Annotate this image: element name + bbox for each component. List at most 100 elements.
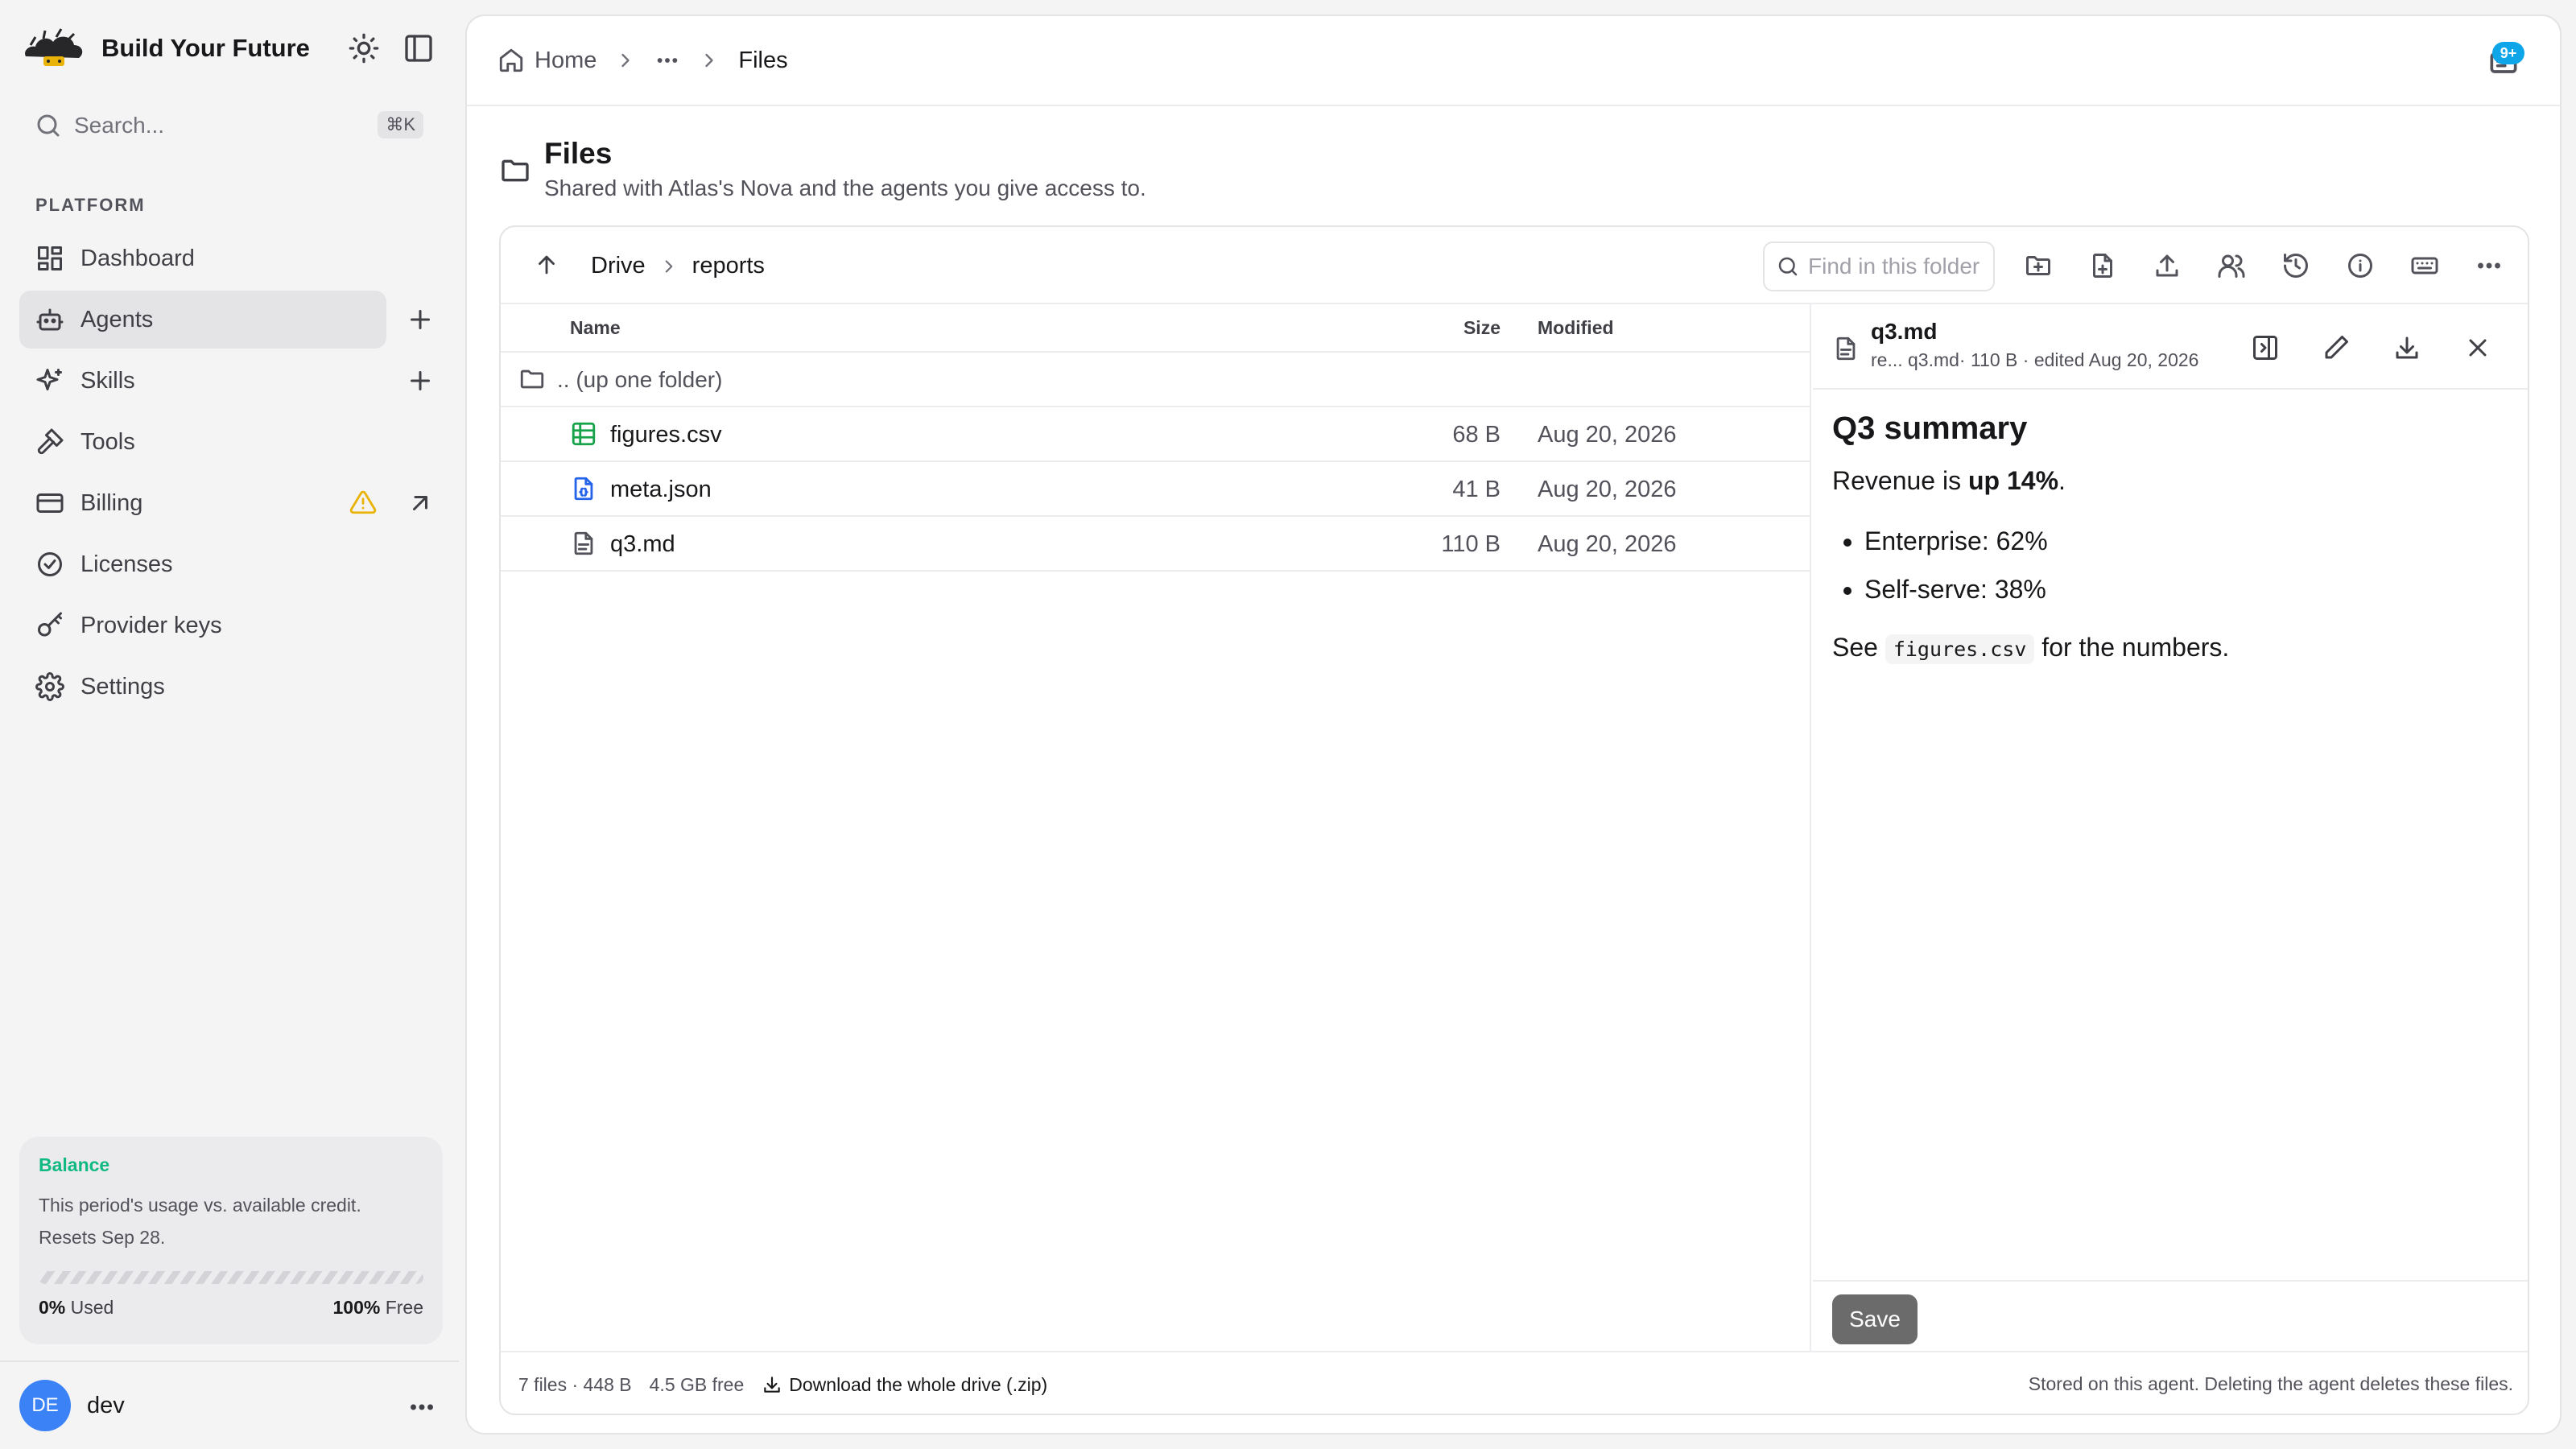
file-modified: Aug 20, 2026 — [1538, 422, 1677, 448]
main-content: Home Files 9+ Files Shared with Atlas's … — [465, 14, 2562, 1435]
add-skill-plus-icon[interactable] — [406, 366, 435, 395]
download-icon — [764, 1377, 781, 1393]
file-size: 68 B — [1452, 422, 1501, 448]
brand-logo-icon — [25, 28, 83, 66]
column-header-modified[interactable]: Modified — [1538, 317, 1614, 339]
drive-crumb-folder[interactable]: reports — [692, 253, 765, 279]
file-name: q3.md — [610, 531, 675, 557]
storage-note: Stored on this agent. Deleting the agent… — [2028, 1373, 2513, 1394]
used-stat: 0% Used — [39, 1297, 114, 1319]
inline-code: figures.csv — [1885, 634, 2035, 664]
chevron-right-icon — [621, 53, 630, 68]
file-preview: q3.md re... q3.md· 110 B · edited Aug 20… — [1813, 304, 2528, 1351]
edit-pencil-icon[interactable] — [2322, 333, 2351, 362]
topbar: Home Files 9+ — [467, 16, 2560, 106]
file-size: 110 B — [1441, 531, 1501, 557]
section-label-platform: PLATFORM — [35, 195, 146, 215]
search-placeholder: Search... — [74, 113, 165, 138]
used-label: Used — [70, 1297, 114, 1318]
preview-heading: Q3 summary — [1832, 411, 2028, 446]
more-horizontal-icon[interactable] — [2475, 251, 2504, 280]
preview-footer: Save — [1813, 1280, 2528, 1351]
used-value: 0% — [39, 1297, 66, 1318]
page-title: Files — [544, 137, 613, 170]
up-one-folder-row[interactable]: .. (up one folder) — [501, 353, 1810, 407]
json-file-icon — [574, 477, 593, 501]
free-stat: 100% Free — [332, 1297, 423, 1319]
sidebar-item-label: Provider keys — [80, 612, 222, 638]
list-item: Enterprise: 62% — [1864, 517, 2512, 565]
add-agent-plus-icon[interactable] — [406, 305, 435, 334]
sidebar-item-licenses[interactable]: Licenses — [19, 535, 386, 593]
sidebar: Build Your Future Search... ⌘K PLATFORM … — [0, 0, 459, 1449]
history-icon[interactable] — [2281, 251, 2310, 280]
column-header-name[interactable]: Name — [570, 317, 621, 339]
sidebar-toggle-icon[interactable] — [402, 32, 435, 64]
sidebar-item-tools[interactable]: Tools — [19, 413, 386, 471]
sidebar-item-label: Dashboard — [80, 245, 195, 271]
new-file-icon[interactable] — [2088, 251, 2117, 280]
file-browser-footer: 7 files · 448 B 4.5 GB free Download the… — [501, 1351, 2528, 1414]
preview-bullet-list: Enterprise: 62% Self-serve: 38% — [1832, 517, 2512, 613]
sidebar-item-label: Billing — [80, 489, 143, 516]
save-button[interactable]: Save — [1832, 1294, 1918, 1344]
sidebar-item-billing[interactable]: Billing — [19, 474, 427, 532]
download-drive-link[interactable]: Download the whole drive (.zip) — [762, 1374, 1047, 1396]
usage-progress-bar — [39, 1271, 423, 1284]
para1-bold: up 14% — [1967, 466, 2059, 495]
sidebar-item-agents[interactable]: Agents — [19, 291, 430, 349]
up-one-folder-label: .. (up one folder) — [557, 367, 723, 392]
table-row[interactable]: meta.json 41 B Aug 20, 2026 — [501, 462, 1810, 517]
breadcrumb-home[interactable]: Home — [535, 47, 597, 74]
arrow-up-icon[interactable] — [533, 251, 560, 279]
balance-footer: 0% Used 100% Free — [39, 1297, 423, 1319]
sidebar-item-settings[interactable]: Settings — [19, 658, 386, 716]
chevron-right-icon — [705, 53, 714, 68]
para2-prefix: See — [1832, 633, 1885, 662]
sidebar-item-skills[interactable]: Skills — [19, 352, 430, 410]
text-file-icon — [574, 531, 593, 555]
file-toolbar: Drive reports Find in this folder — [501, 227, 2528, 304]
file-name: figures.csv — [610, 422, 722, 448]
home-icon[interactable] — [497, 47, 525, 74]
para1-prefix: Revenue is — [1832, 466, 1968, 495]
close-icon[interactable] — [2463, 333, 2492, 362]
brand[interactable]: Build Your Future — [19, 23, 310, 74]
breadcrumb-ellipsis-icon[interactable] — [654, 47, 680, 73]
split-view-icon[interactable] — [2251, 333, 2280, 362]
external-link-icon[interactable] — [406, 489, 435, 518]
drive-stats: 7 files · 448 B — [518, 1373, 632, 1395]
find-in-folder-input[interactable]: Find in this folder — [1763, 242, 1995, 291]
sidebar-item-provider-keys[interactable]: Provider keys — [19, 597, 386, 654]
share-users-icon[interactable] — [2217, 251, 2246, 280]
free-label: Free — [385, 1297, 423, 1318]
new-folder-icon[interactable] — [2024, 251, 2053, 280]
info-icon[interactable] — [2346, 251, 2375, 280]
avatar: DE — [19, 1380, 71, 1431]
sidebar-item-dashboard[interactable]: Dashboard — [19, 229, 386, 287]
table-row[interactable]: figures.csv 68 B Aug 20, 2026 — [501, 407, 1810, 462]
file-browser: Drive reports Find in this folder Name S… — [499, 225, 2529, 1415]
search-input[interactable]: Search... ⌘K — [19, 105, 435, 147]
para2-suffix: for the numbers. — [2034, 633, 2230, 662]
keyboard-icon[interactable] — [2410, 251, 2439, 280]
brand-name: Build Your Future — [101, 34, 310, 62]
download-icon[interactable] — [2392, 333, 2421, 362]
list-item: Self-serve: 38% — [1864, 565, 2512, 613]
more-horizontal-icon[interactable] — [407, 1393, 436, 1422]
sidebar-item-label: Agents — [80, 306, 154, 332]
sidebar-item-label: Settings — [80, 673, 165, 700]
user-name: dev — [87, 1392, 125, 1418]
preview-file-meta: re... q3.md· 110 B · edited Aug 20, 2026 — [1871, 349, 2199, 370]
bot-icon — [36, 308, 64, 331]
table-row[interactable]: q3.md 110 B Aug 20, 2026 — [501, 517, 1810, 572]
download-drive-label: Download the whole drive (.zip) — [789, 1373, 1048, 1395]
theme-toggle-sun-icon[interactable] — [348, 32, 380, 64]
upload-icon[interactable] — [2153, 251, 2182, 280]
sidebar-item-label: Tools — [80, 428, 135, 455]
column-header-size[interactable]: Size — [1463, 317, 1501, 339]
user-menu[interactable]: DE dev — [0, 1360, 459, 1449]
balance-card: Balance This period's usage vs. availabl… — [19, 1137, 443, 1344]
drive-crumb-root[interactable]: Drive — [591, 253, 646, 279]
preview-paragraph-1: Revenue is up 14%. — [1832, 466, 2512, 496]
